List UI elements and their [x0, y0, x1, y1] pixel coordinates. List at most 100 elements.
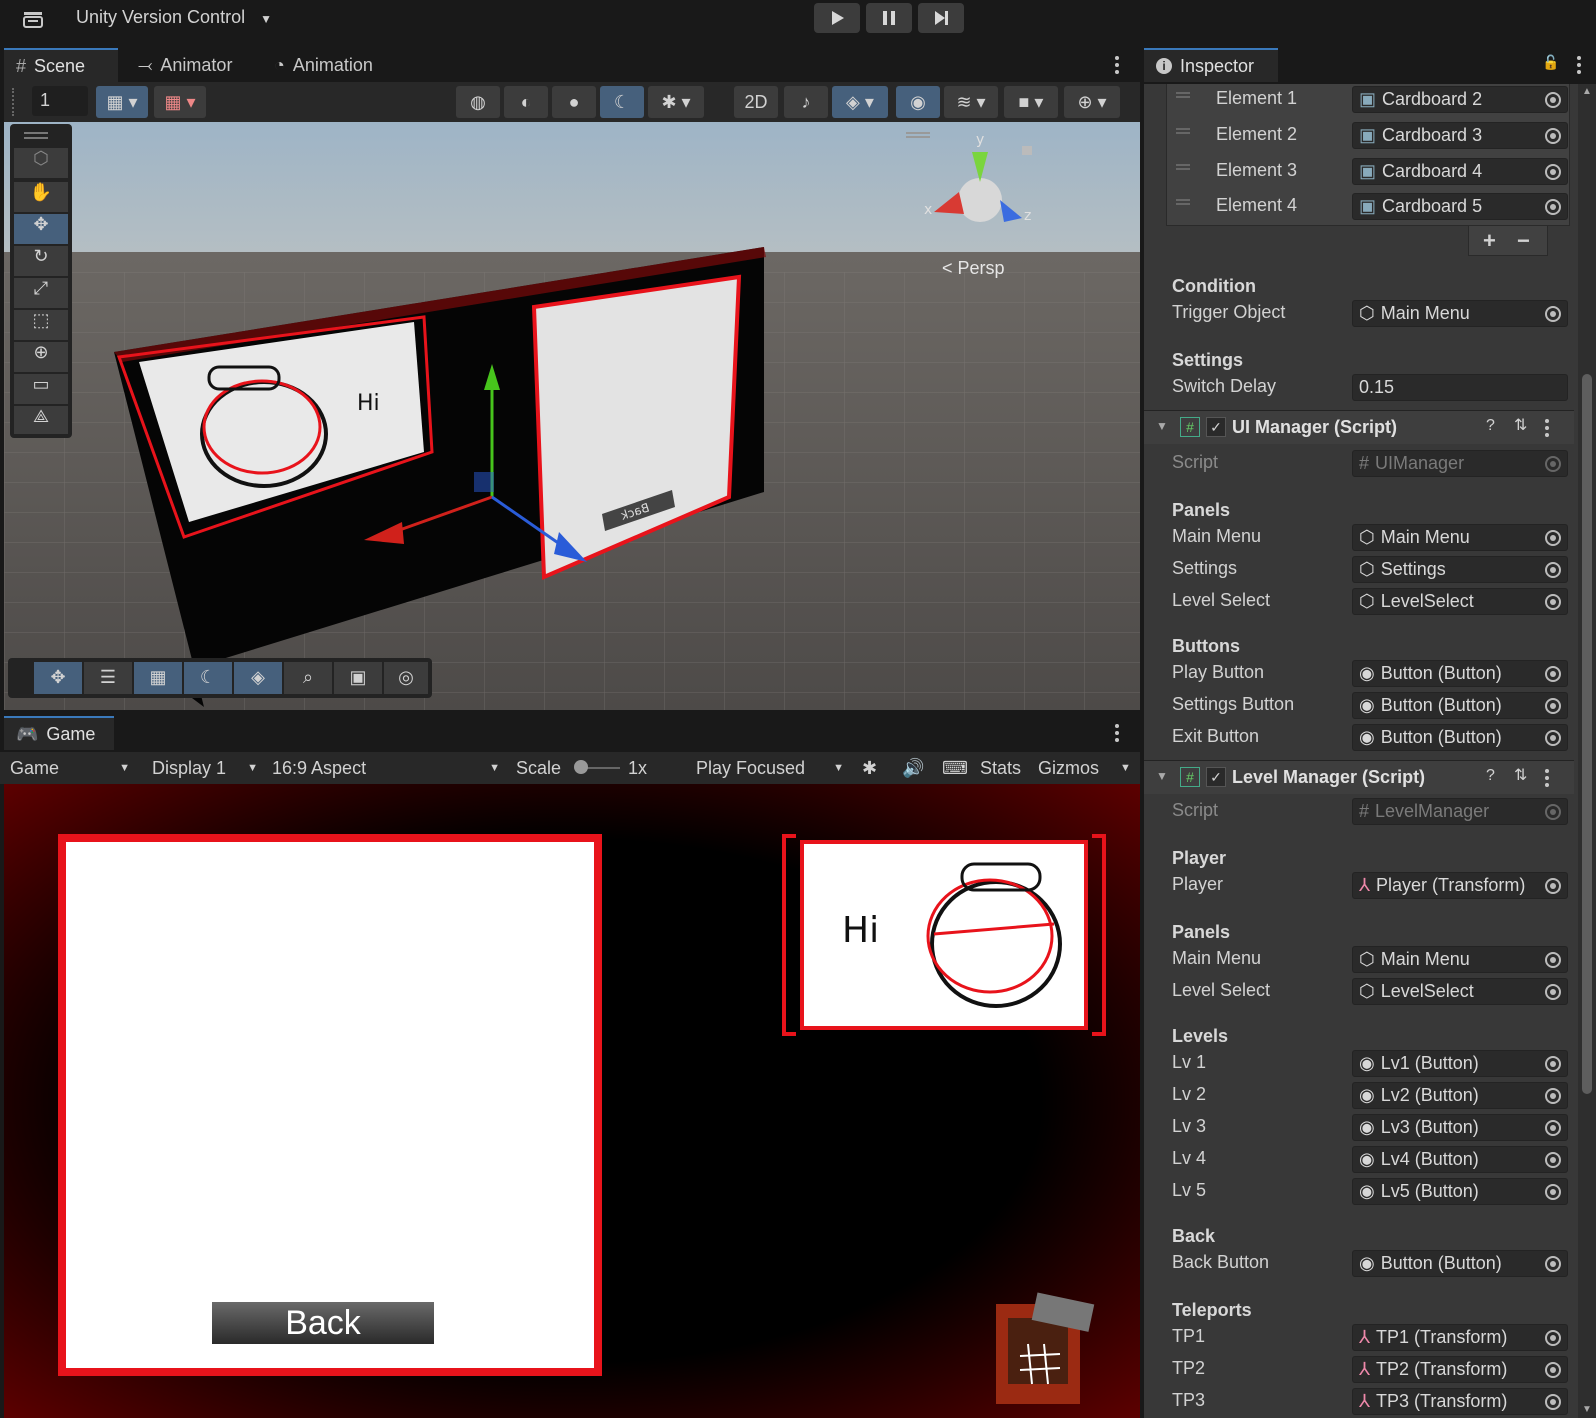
- drag-handle-icon[interactable]: [1176, 92, 1190, 98]
- scrollbar-thumb[interactable]: [1582, 374, 1592, 1094]
- play-mode-dropdown[interactable]: Play Focused ▼: [696, 752, 848, 784]
- level-field[interactable]: ◉ Lv1 (Button): [1352, 1050, 1568, 1077]
- display-dropdown[interactable]: Display 1 ▼: [152, 752, 262, 784]
- object-picker-icon[interactable]: [1545, 666, 1561, 682]
- object-picker-icon[interactable]: [1545, 1362, 1561, 1378]
- object-picker-icon[interactable]: [1545, 594, 1561, 610]
- grid-overlay-icon[interactable]: ▦: [134, 662, 182, 694]
- element-field[interactable]: ▣ Cardboard 2: [1352, 86, 1568, 113]
- game-more-icon[interactable]: [1114, 724, 1120, 742]
- aspect-dropdown[interactable]: 16:9 Aspect ▼: [272, 752, 504, 784]
- object-picker-icon[interactable]: [1545, 164, 1561, 180]
- compass-icon[interactable]: ◎: [384, 662, 428, 694]
- object-picker-icon[interactable]: [1545, 1088, 1561, 1104]
- object-picker-icon[interactable]: [1545, 199, 1561, 215]
- custom-tool-icon[interactable]: ▭: [14, 374, 68, 404]
- game-view[interactable]: Hi Back: [4, 784, 1140, 1418]
- help-icon[interactable]: ?: [1486, 767, 1495, 785]
- speaker-icon[interactable]: 🔊: [902, 752, 924, 784]
- level-field[interactable]: ◉ Lv4 (Button): [1352, 1146, 1568, 1173]
- object-picker-icon[interactable]: [1545, 1184, 1561, 1200]
- layers-button[interactable]: ≋ ▾: [944, 86, 998, 118]
- drag-handle-icon[interactable]: [1176, 199, 1190, 205]
- game-mode-dropdown[interactable]: Game ▼: [10, 752, 134, 784]
- remove-element-button[interactable]: −: [1517, 228, 1530, 254]
- object-picker-icon[interactable]: [1545, 984, 1561, 1000]
- shaded-button[interactable]: ◐: [504, 86, 548, 118]
- enabled-checkbox[interactable]: ✓: [1206, 417, 1226, 437]
- button-field[interactable]: ◉ Button (Button): [1352, 692, 1568, 719]
- tab-animation[interactable]: ◔ Animation: [262, 48, 385, 82]
- lock-icon[interactable]: [1022, 146, 1032, 155]
- button-field[interactable]: ◉ Button (Button): [1352, 660, 1568, 687]
- panel-field[interactable]: ⬡ Main Menu: [1352, 946, 1568, 973]
- layers-overlay-icon[interactable]: ◈: [234, 662, 282, 694]
- button-field[interactable]: ◉ Button (Button): [1352, 724, 1568, 751]
- object-picker-icon[interactable]: [1545, 1056, 1561, 1072]
- hand-tool-icon[interactable]: ✋: [14, 182, 68, 212]
- scroll-up-icon[interactable]: ▲: [1582, 86, 1592, 97]
- camera-overlay-icon[interactable]: ▣: [334, 662, 382, 694]
- object-picker-icon[interactable]: [1545, 1256, 1561, 1272]
- unlit-button[interactable]: ●: [552, 86, 596, 118]
- view-cube-icon[interactable]: ⬡: [14, 148, 68, 178]
- foldout-arrow-icon[interactable]: ▼: [1156, 769, 1168, 783]
- teleport-field[interactable]: ⅄ TP3 (Transform): [1352, 1388, 1568, 1415]
- object-picker-icon[interactable]: [1545, 92, 1561, 108]
- play-button[interactable]: [814, 3, 860, 33]
- scale-tool-icon[interactable]: ⤢: [14, 278, 68, 308]
- debug-button[interactable]: ✱ ▾: [648, 86, 704, 118]
- object-picker-icon[interactable]: [1545, 952, 1561, 968]
- chevron-down-icon[interactable]: ▼: [1120, 752, 1131, 784]
- move-overlay-icon[interactable]: ✥: [34, 662, 82, 694]
- search-icon[interactable]: ⌕: [284, 662, 332, 694]
- preset-icon[interactable]: ⇅: [1514, 765, 1527, 785]
- level-field[interactable]: ◉ Lv2 (Button): [1352, 1082, 1568, 1109]
- back-button-field[interactable]: ◉ Button (Button): [1352, 1250, 1568, 1277]
- object-picker-icon[interactable]: [1545, 1120, 1561, 1136]
- move-tool-icon[interactable]: ✥: [14, 214, 68, 244]
- game-back-button[interactable]: Back: [212, 1302, 434, 1344]
- drag-handle-icon[interactable]: [1176, 164, 1190, 170]
- teleport-field[interactable]: ⅄ TP1 (Transform): [1352, 1324, 1568, 1351]
- object-picker-icon[interactable]: [1545, 1394, 1561, 1410]
- component-more-icon[interactable]: [1544, 419, 1550, 437]
- moon-overlay-icon[interactable]: ☾: [184, 662, 232, 694]
- transform-tool-icon[interactable]: ⊕: [14, 342, 68, 372]
- element-field[interactable]: ▣ Cardboard 5: [1352, 193, 1568, 220]
- scene-view[interactable]: Hi Back y x z < Persp ⬡ ✋ ✥ ↻ ⤢ ⬚ ⊕ ▭ ⟁ …: [4, 122, 1140, 710]
- visibility-button[interactable]: ◉: [896, 86, 940, 118]
- persp-toggle[interactable]: < Persp: [942, 258, 1005, 279]
- panel-field[interactable]: ⬡ Settings: [1352, 556, 1568, 583]
- drag-handle-icon[interactable]: [1176, 128, 1190, 134]
- tab-game[interactable]: 🎮 Game: [4, 716, 114, 750]
- panel-field[interactable]: ⬡ LevelSelect: [1352, 588, 1568, 615]
- object-picker-icon[interactable]: [1545, 878, 1561, 894]
- version-control-dropdown[interactable]: Unity Version Control ▼: [76, 7, 272, 28]
- tab-animator[interactable]: ⤙ Animator: [126, 48, 244, 82]
- level-field[interactable]: ◉ Lv3 (Button): [1352, 1114, 1568, 1141]
- object-picker-icon[interactable]: [1545, 306, 1561, 322]
- inspector-scrollbar[interactable]: ▲ ▼: [1578, 84, 1596, 1418]
- object-picker-icon[interactable]: [1545, 730, 1561, 746]
- effects-button[interactable]: ◈ ▾: [832, 86, 888, 118]
- foldout-arrow-icon[interactable]: ▼: [1156, 419, 1168, 433]
- ui-manager-component-header[interactable]: ▼ # ✓ UI Manager (Script) ? ⇅: [1144, 410, 1574, 444]
- rotate-tool-icon[interactable]: ↻: [14, 246, 68, 276]
- scale-slider[interactable]: [574, 760, 620, 776]
- switch-delay-input[interactable]: 0.15: [1352, 374, 1568, 401]
- object-picker-icon[interactable]: [1545, 1152, 1561, 1168]
- teleport-field[interactable]: ⅄ TP2 (Transform): [1352, 1356, 1568, 1383]
- gizmos-button[interactable]: Gizmos: [1038, 752, 1099, 784]
- lock-icon[interactable]: 🔓: [1542, 54, 1559, 71]
- object-picker-icon[interactable]: [1545, 698, 1561, 714]
- bug-icon[interactable]: ✱: [862, 752, 877, 784]
- object-picker-icon[interactable]: [1545, 562, 1561, 578]
- preset-icon[interactable]: ⇅: [1514, 415, 1527, 435]
- element-field[interactable]: ▣ Cardboard 3: [1352, 122, 1568, 149]
- stats-button[interactable]: Stats: [980, 752, 1021, 784]
- player-field[interactable]: ⅄ Player (Transform): [1352, 872, 1568, 899]
- draw-mode-button[interactable]: ◍: [456, 86, 500, 118]
- audio-toggle-button[interactable]: ♪: [784, 86, 828, 118]
- element-field[interactable]: ▣ Cardboard 4: [1352, 158, 1568, 185]
